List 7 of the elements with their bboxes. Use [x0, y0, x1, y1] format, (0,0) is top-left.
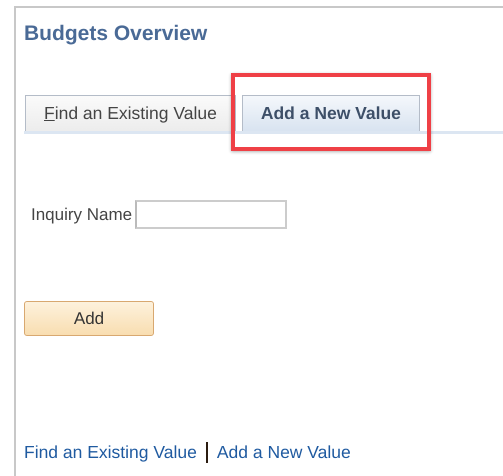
input-field[interactable]	[135, 200, 288, 229]
field-label: Inquiry Name	[31, 204, 132, 224]
add-button[interactable]: Add	[24, 301, 154, 336]
link[interactable]: Find an Existing Value	[24, 442, 197, 463]
tab[interactable]: Add a New Value	[242, 95, 420, 131]
page-title: Budgets Overview	[24, 22, 208, 46]
link[interactable]: Add a New Value	[216, 442, 351, 463]
